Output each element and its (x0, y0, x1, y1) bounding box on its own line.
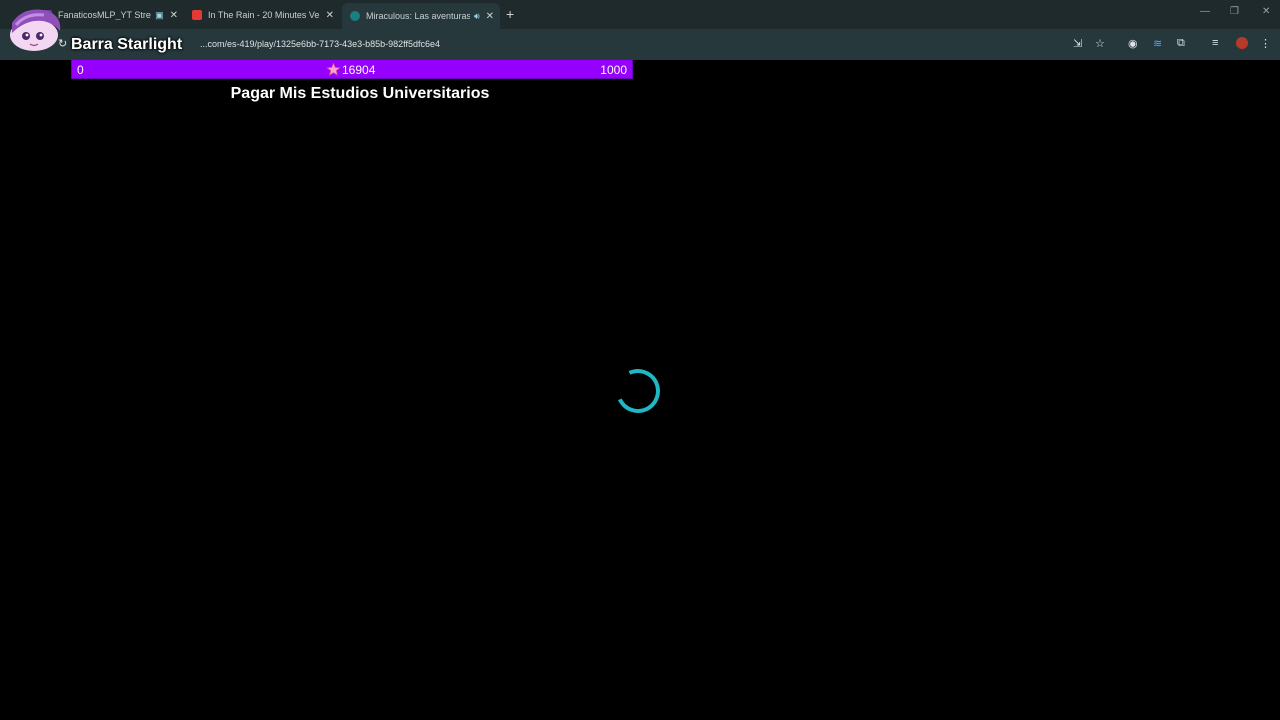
browser-toolbar: ↻ ...com/es-419/play/1325e6bb-7173-43e3-… (0, 29, 1280, 60)
url-text: ...com/es-419/play/1325e6bb-7173-43e3-b8… (200, 39, 441, 49)
extension-icon[interactable]: ◉ (1128, 37, 1138, 50)
tab-title: FanaticosMLP_YT Stream - Y (58, 10, 151, 20)
tab-miraculous[interactable]: Miraculous: Las aventuras d 🔊︎ ✕ (342, 3, 500, 29)
tab-title: In The Rain - 20 Minutes Versio (208, 10, 320, 20)
minimize-icon[interactable]: — (1200, 6, 1210, 17)
loading-spinner-icon (609, 362, 667, 420)
read-aloud-icon[interactable]: ≋ (1153, 37, 1162, 50)
goal-label: Pagar Mis Estudios Universitarios (230, 85, 490, 102)
tab-favicon-icon (350, 11, 360, 21)
restore-icon[interactable]: ❐ (1230, 6, 1239, 17)
bookmark-star-icon[interactable]: ☆ (1095, 37, 1105, 50)
media-controls-icon[interactable]: ≡ (1212, 37, 1218, 49)
overlay-title: Barra Starlight (71, 36, 183, 53)
profile-avatar[interactable] (1236, 37, 1248, 49)
youtube-icon (192, 10, 202, 20)
audio-playing-icon[interactable]: 🔊︎ (474, 11, 480, 22)
starlight-pony-icon (10, 9, 61, 51)
cutie-mark-icon (325, 61, 342, 79)
browser-tab-strip: FanaticosMLP_YT Stream - Y ▣ ✕ In The Ra… (0, 0, 1280, 29)
close-tab-icon[interactable]: ✕ (170, 10, 178, 21)
menu-icon[interactable]: ⋮ (1260, 37, 1271, 50)
close-tab-icon[interactable]: ✕ (486, 11, 494, 22)
install-app-icon[interactable]: ⇲ (1073, 37, 1082, 50)
new-tab-button[interactable]: + (506, 6, 514, 22)
extensions-puzzle-icon[interactable]: ⧉ (1177, 37, 1185, 50)
tab-title: Miraculous: Las aventuras d (366, 11, 470, 21)
progress-bar: 0 16904 1000 (71, 59, 633, 79)
address-bar[interactable]: ...com/es-419/play/1325e6bb-7173-43e3-b8… (78, 33, 978, 55)
bar-max-value: 1000 (600, 63, 627, 77)
bar-min-value: 0 (77, 63, 84, 77)
close-tab-icon[interactable]: ✕ (326, 10, 334, 21)
close-window-icon[interactable]: ✕ (1262, 6, 1270, 17)
tab-in-the-rain[interactable]: In The Rain - 20 Minutes Versio ✕ (184, 4, 340, 26)
screen-share-icon: ▣ (155, 9, 164, 20)
bar-current-value: 16904 (342, 63, 376, 77)
